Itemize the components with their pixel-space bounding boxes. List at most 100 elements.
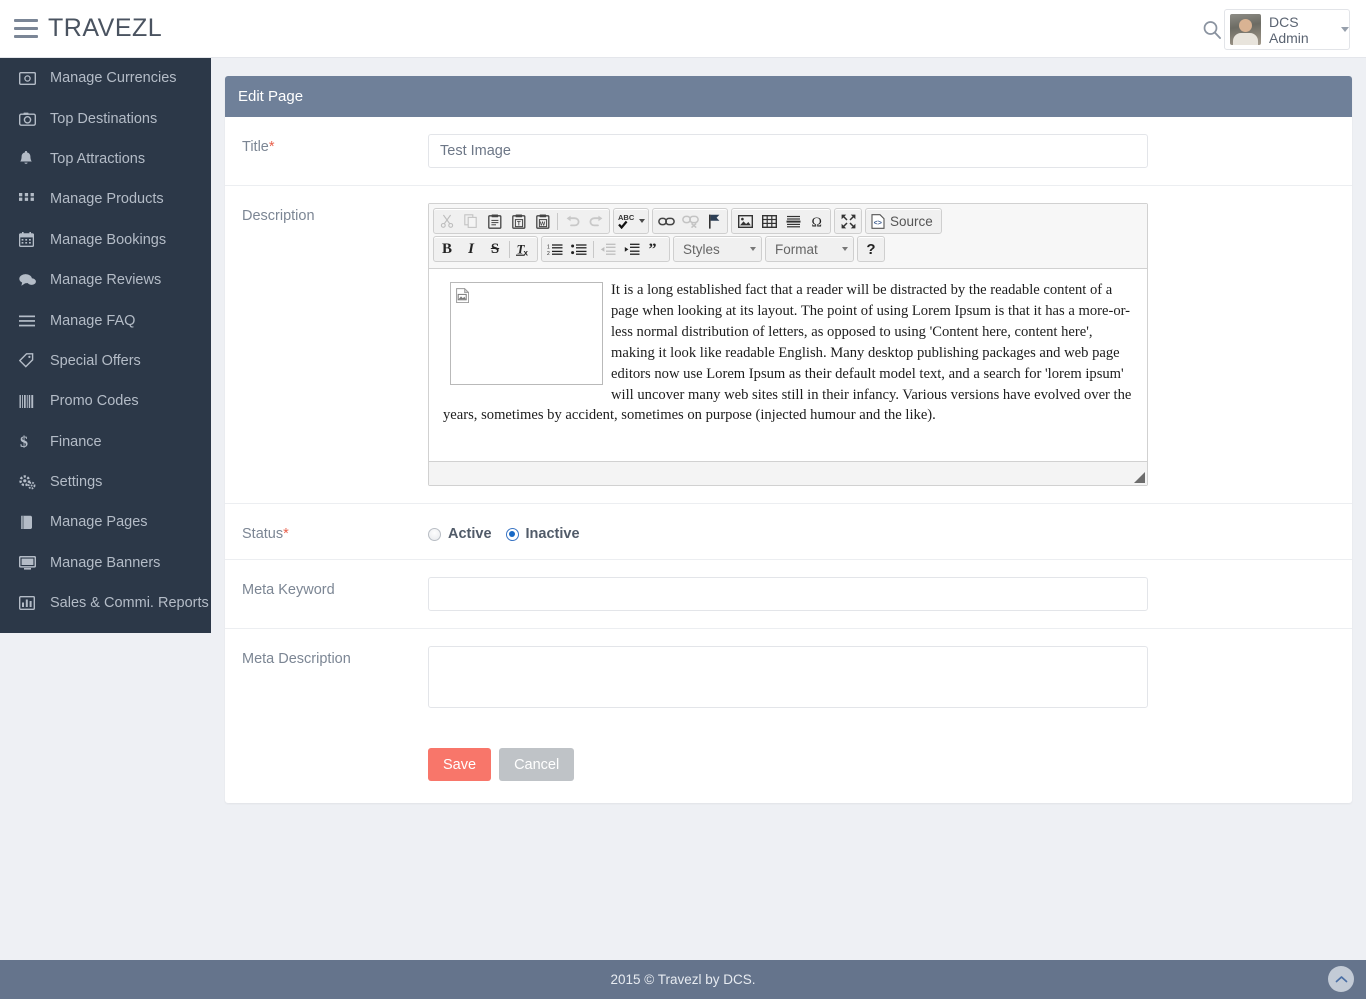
numbered-list-icon[interactable]: 12 xyxy=(543,238,567,260)
sidebar-item-special-offers[interactable]: Special Offers xyxy=(0,341,211,381)
image-icon[interactable] xyxy=(733,210,757,232)
sidebar-item-manage-reviews[interactable]: Manage Reviews xyxy=(0,260,211,300)
sidebar-item-label: Settings xyxy=(50,474,103,491)
redo-icon[interactable] xyxy=(584,210,608,232)
special-char-icon[interactable]: Ω xyxy=(805,210,829,232)
insert-group: Ω xyxy=(731,208,831,234)
anchor-icon[interactable] xyxy=(702,210,726,232)
svg-text:$: $ xyxy=(20,434,28,450)
form-row-status: Status* Active Inactive xyxy=(225,504,1352,560)
meta-description-input[interactable] xyxy=(428,646,1148,708)
help-icon[interactable]: ? xyxy=(859,238,883,260)
sidebar-item-manage-pages[interactable]: Manage Pages xyxy=(0,502,211,542)
sidebar-item-label: Manage FAQ xyxy=(50,312,136,329)
sidebar-item-label: Manage Currencies xyxy=(50,70,177,87)
spellcheck-icon[interactable]: ABC xyxy=(615,210,647,232)
sidebar-item-top-attractions[interactable]: Top Attractions xyxy=(0,139,211,179)
indent-icon[interactable] xyxy=(620,238,644,260)
link-icon[interactable] xyxy=(654,210,678,232)
svg-text:Ω: Ω xyxy=(811,215,821,228)
sidebar-item-promo-codes[interactable]: Promo Codes xyxy=(0,381,211,421)
radio-label-inactive: Inactive xyxy=(525,526,580,542)
editor-toolbar-row-1: T W ABC Ω <> Source xyxy=(433,208,1144,234)
sidebar-item-label: Top Attractions xyxy=(50,150,146,167)
hamburger-line xyxy=(14,27,38,30)
desktop-icon xyxy=(19,554,41,572)
chevron-up-icon xyxy=(1335,975,1347,982)
blockquote-icon[interactable]: ” xyxy=(644,238,668,260)
sidebar-item-manage-faq[interactable]: Manage FAQ xyxy=(0,300,211,340)
format-dropdown[interactable]: Format xyxy=(765,236,854,262)
status-radio-group: Active Inactive xyxy=(428,521,1336,542)
basic-styles-group: B I S Tx xyxy=(433,236,538,262)
form-row-meta-keyword: Meta Keyword xyxy=(225,560,1352,629)
editor-footer xyxy=(429,461,1147,485)
sidebar-item-label: Manage Pages xyxy=(50,514,148,531)
bold-icon[interactable]: B xyxy=(435,238,459,260)
form-row-meta-description: Meta Description xyxy=(225,629,1352,730)
strikethrough-icon[interactable]: S xyxy=(483,238,507,260)
camera-icon xyxy=(19,110,41,128)
sidebar-item-manage-currencies[interactable]: Manage Currencies xyxy=(0,58,211,98)
bell-icon xyxy=(19,150,41,168)
table-icon[interactable] xyxy=(757,210,781,232)
radio-button-inactive[interactable] xyxy=(505,527,519,541)
paste-text-icon[interactable]: T xyxy=(507,210,531,232)
status-label-text: Status xyxy=(242,526,284,542)
sidebar-item-finance[interactable]: $ Finance xyxy=(0,422,211,462)
chevron-down-icon xyxy=(1341,27,1349,32)
radio-option-inactive[interactable]: Inactive xyxy=(505,526,580,542)
maximize-icon[interactable] xyxy=(836,210,860,232)
paste-word-icon[interactable]: W xyxy=(531,210,555,232)
unlink-icon[interactable] xyxy=(678,210,702,232)
sidebar-navigation: Manage Currencies Top Destinations Top A… xyxy=(0,58,211,633)
cancel-button[interactable]: Cancel xyxy=(499,748,575,781)
broken-image-icon[interactable] xyxy=(450,282,603,385)
bulleted-list-icon[interactable] xyxy=(567,238,591,260)
source-label: Source xyxy=(890,213,933,229)
meta-keyword-input[interactable] xyxy=(428,577,1148,611)
outdent-icon[interactable] xyxy=(596,238,620,260)
about-group: ? xyxy=(857,236,885,262)
sidebar-item-manage-products[interactable]: Manage Products xyxy=(0,179,211,219)
undo-icon[interactable] xyxy=(560,210,584,232)
chevron-down-icon xyxy=(750,247,756,251)
sidebar-item-sales-commi-reports[interactable]: Sales & Commi. Reports xyxy=(0,583,211,623)
italic-icon[interactable]: I xyxy=(459,238,483,260)
hamburger-icon[interactable] xyxy=(14,19,38,38)
brand-logo[interactable]: TRAVEZL xyxy=(48,14,162,43)
sidebar-item-label: Special Offers xyxy=(50,352,141,369)
user-menu-button[interactable]: DCS Admin xyxy=(1224,9,1350,50)
meta-keyword-label: Meta Keyword xyxy=(242,582,335,598)
save-button[interactable]: Save xyxy=(428,748,492,781)
cut-icon[interactable] xyxy=(435,210,459,232)
styles-dropdown[interactable]: Styles xyxy=(673,236,762,262)
paste-icon[interactable] xyxy=(483,210,507,232)
sidebar-item-manage-banners[interactable]: Manage Banners xyxy=(0,543,211,583)
resize-handle[interactable] xyxy=(1134,472,1145,483)
search-icon[interactable] xyxy=(1201,19,1223,41)
horizontal-rule-icon[interactable] xyxy=(781,210,805,232)
sidebar-item-settings[interactable]: Settings xyxy=(0,462,211,502)
sidebar-item-manage-bookings[interactable]: Manage Bookings xyxy=(0,220,211,260)
source-button[interactable]: <> Source xyxy=(867,210,940,232)
bar-chart-icon xyxy=(19,594,41,612)
copy-icon[interactable] xyxy=(459,210,483,232)
remove-format-icon[interactable]: Tx xyxy=(512,238,536,260)
barcode-icon xyxy=(19,392,41,410)
required-marker: * xyxy=(268,139,275,155)
scroll-to-top-button[interactable] xyxy=(1328,966,1354,992)
styles-label: Styles xyxy=(683,241,720,257)
title-input[interactable] xyxy=(428,134,1148,168)
money-icon xyxy=(19,69,41,87)
format-label: Format xyxy=(775,241,818,257)
radio-button-active[interactable] xyxy=(428,527,441,541)
edit-page-panel: Edit Page Title* Description xyxy=(225,76,1352,803)
sidebar-item-label: Promo Codes xyxy=(50,393,139,410)
tags-icon xyxy=(19,352,41,370)
editor-content-area[interactable]: It is a long established fact that a rea… xyxy=(429,269,1147,461)
radio-option-active[interactable]: Active xyxy=(428,526,492,542)
required-marker: * xyxy=(283,526,289,542)
form-row-title: Title* xyxy=(225,117,1352,186)
sidebar-item-top-destinations[interactable]: Top Destinations xyxy=(0,98,211,138)
